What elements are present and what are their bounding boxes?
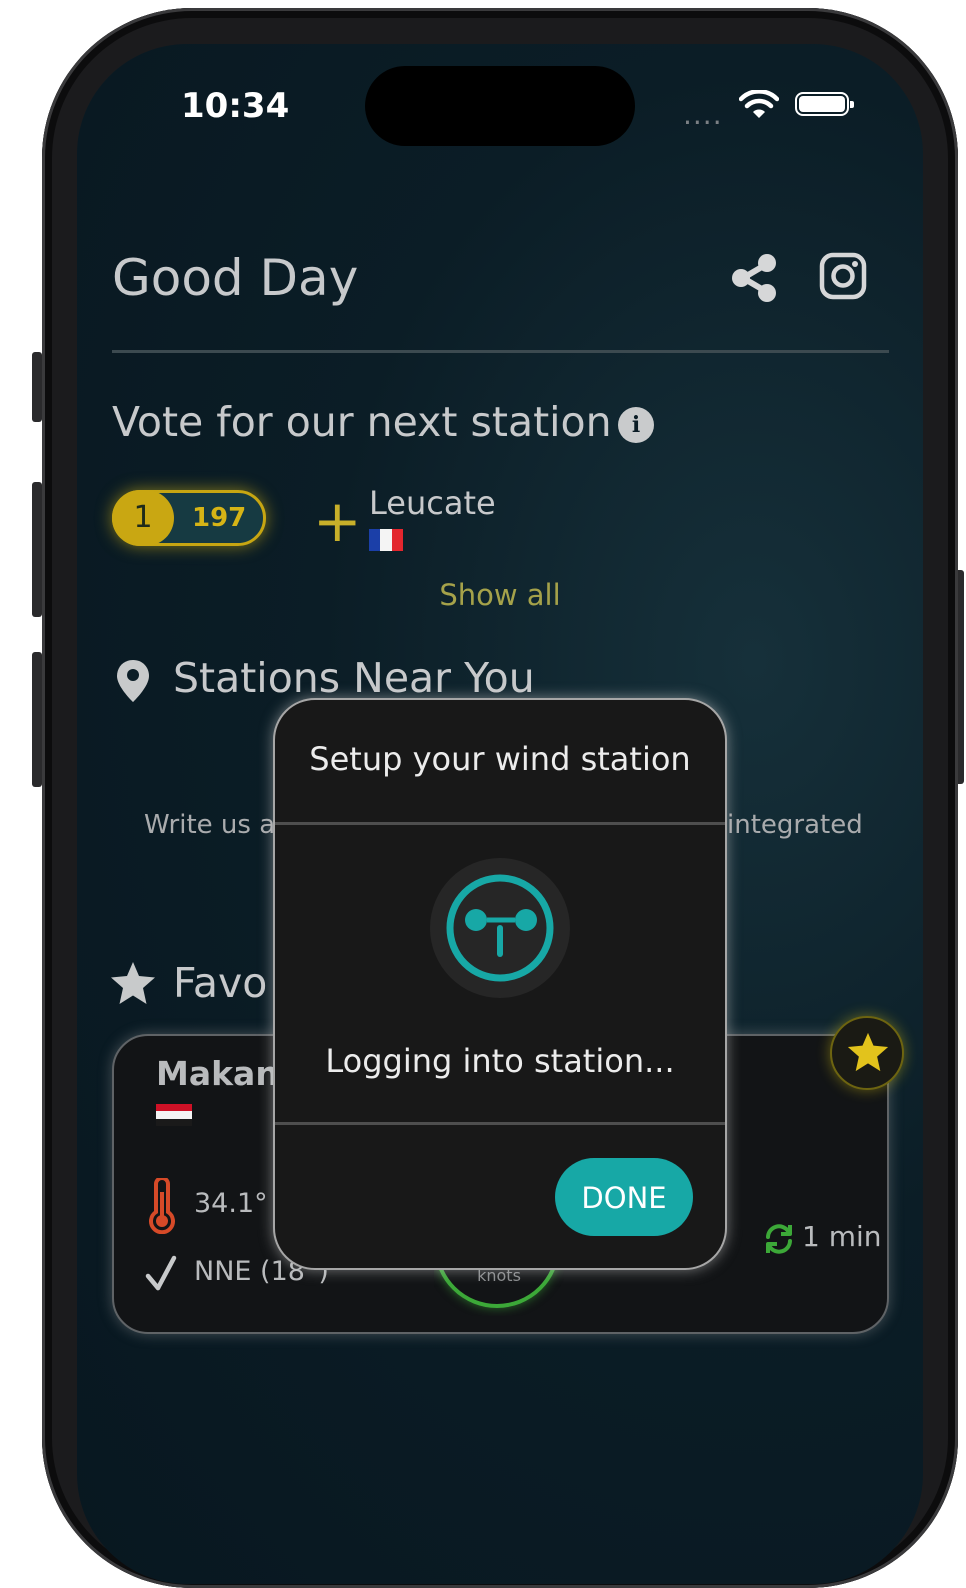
star-icon: [111, 962, 155, 1004]
france-flag-icon: [369, 529, 403, 551]
favorite-toggle-button[interactable]: [830, 1016, 904, 1090]
thermometer-icon: [149, 1178, 175, 1234]
battery-icon: [795, 92, 854, 116]
wind-station-icon: [446, 874, 554, 982]
vote-counter-pill[interactable]: 1 197: [112, 490, 266, 546]
near-message-start: Write us a: [144, 810, 276, 840]
wind-direction-icon: [145, 1255, 177, 1291]
share-icon[interactable]: [729, 252, 779, 304]
app-screen: 10:34 .... Good Day Vote for our next st…: [77, 44, 923, 1584]
favorites-title: Favo: [173, 959, 268, 1007]
dynamic-island: [365, 66, 635, 146]
wifi-icon: [739, 90, 779, 118]
setup-station-dialog: Setup your wind station Logging into sta…: [273, 698, 727, 1270]
dialog-divider-bottom: [275, 1122, 725, 1125]
refresh-interval: 1 min: [802, 1220, 882, 1253]
silent-switch: [32, 352, 42, 422]
star-icon: [847, 1032, 889, 1072]
stations-near-title: Stations Near You: [173, 654, 535, 702]
page-title: Good Day: [112, 249, 359, 307]
volume-up-button: [32, 482, 42, 617]
wind-station-icon-container: [430, 858, 570, 998]
dialog-title: Setup your wind station: [309, 740, 691, 778]
plus-icon[interactable]: +: [313, 492, 362, 550]
station-name: Makani: [156, 1054, 291, 1093]
dialog-status-text: Logging into station...: [325, 1042, 675, 1080]
location-pin-icon: [117, 660, 149, 702]
vote-candidate-name[interactable]: Leucate: [369, 484, 496, 522]
done-button[interactable]: DONE: [555, 1158, 693, 1236]
refresh-icon: [766, 1224, 792, 1254]
header-divider: [112, 350, 889, 353]
instagram-icon[interactable]: [819, 252, 867, 300]
show-all-link[interactable]: Show all: [77, 578, 923, 612]
dialog-divider-top: [275, 822, 725, 825]
volume-down-button: [32, 652, 42, 787]
egypt-flag-icon: [156, 1104, 192, 1126]
temperature-value: 34.1°: [194, 1188, 268, 1219]
info-icon[interactable]: i: [618, 407, 654, 443]
vote-section-title: Vote for our next station: [112, 398, 612, 446]
cellular-signal: ....: [683, 98, 723, 131]
vote-rank-badge: 1: [112, 490, 174, 546]
near-message-end: integrated: [727, 810, 863, 840]
status-time: 10:34: [181, 86, 290, 126]
vote-count: 197: [192, 503, 247, 533]
